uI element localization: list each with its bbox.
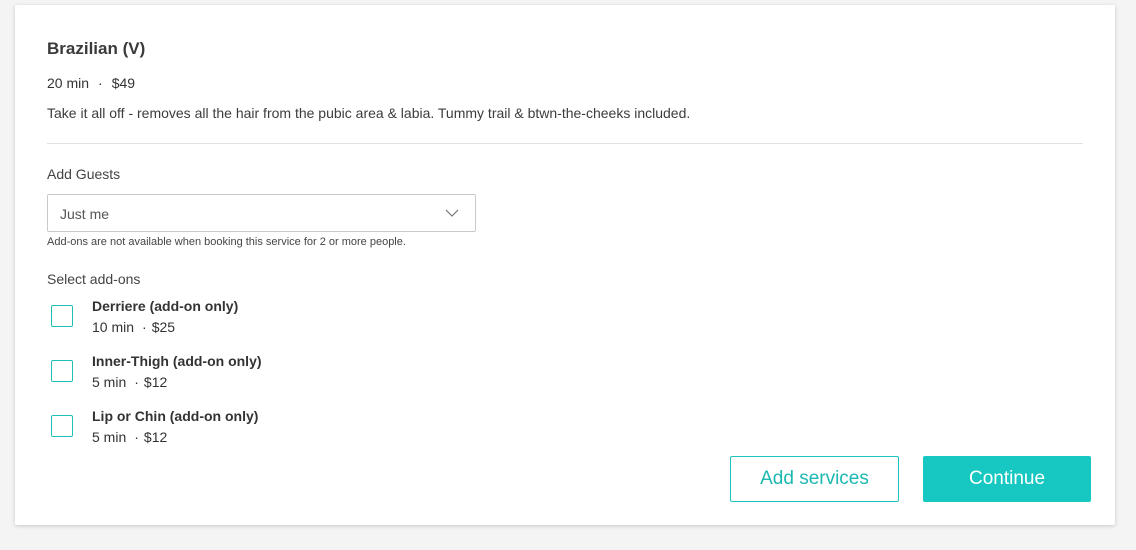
addon-name: Lip or Chin (add-on only): [92, 408, 259, 424]
service-price: $49: [111, 75, 136, 91]
continue-button[interactable]: Continue: [923, 456, 1091, 502]
guests-note: Add-ons are not available when booking t…: [47, 236, 406, 248]
addon-separator: ·: [134, 429, 139, 445]
addon-checkbox[interactable]: [51, 360, 73, 382]
addon-checkbox[interactable]: [51, 415, 73, 437]
addon-price: $12: [143, 374, 168, 390]
addon-duration: 5 min: [92, 374, 127, 390]
service-card: Brazilian (V) 20 min · $49 Take it all off…: [15, 5, 1115, 525]
addon-duration: 5 min: [92, 429, 127, 445]
service-meta: 20 min · $49: [47, 75, 135, 91]
guests-select-value: Just me: [60, 206, 110, 222]
addon-separator: ·: [142, 319, 147, 335]
addon-name: Derriere (add-on only): [92, 298, 239, 314]
addon-price: $25: [151, 319, 176, 335]
meta-separator: ·: [98, 75, 103, 91]
addon-item-lip-or-chin: Lip or Chin (add-on only) 5 min · $12: [51, 408, 451, 452]
service-title: Brazilian (V): [47, 39, 146, 58]
add-services-button[interactable]: Add services: [730, 456, 899, 502]
service-description: Take it all off - removes all the hair f…: [47, 105, 691, 121]
addon-item-inner-thigh: Inner-Thigh (add-on only) 5 min · $12: [51, 353, 451, 397]
section-divider: [47, 143, 1083, 144]
addon-separator: ·: [134, 374, 139, 390]
addon-duration: 10 min: [92, 319, 135, 335]
select-addons-label: Select add-ons: [47, 271, 141, 287]
service-duration: 20 min: [47, 75, 90, 91]
addon-meta: 5 min · $12: [92, 429, 167, 445]
addon-name: Inner-Thigh (add-on only): [92, 353, 262, 369]
addon-price: $12: [143, 429, 168, 445]
add-guests-label: Add Guests: [47, 166, 121, 182]
addon-item-derriere: Derriere (add-on only) 10 min · $25: [51, 298, 451, 342]
addon-meta: 10 min · $25: [92, 319, 175, 335]
chevron-down-icon: [445, 209, 459, 217]
guests-select[interactable]: Just me: [47, 194, 476, 232]
addon-checkbox[interactable]: [51, 305, 73, 327]
addon-meta: 5 min · $12: [92, 374, 167, 390]
